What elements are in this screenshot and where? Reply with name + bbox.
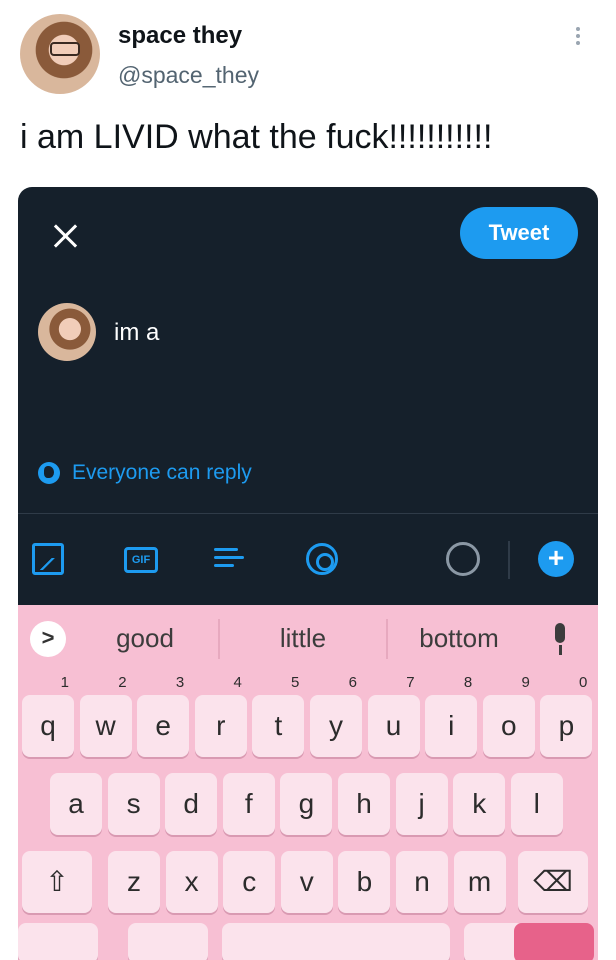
key-b[interactable]: b	[338, 851, 391, 913]
key-label: p	[558, 710, 575, 741]
key-u[interactable]: u7	[367, 675, 420, 757]
key-hint: 2	[118, 674, 127, 691]
key-o[interactable]: o9	[482, 675, 535, 757]
close-icon[interactable]	[52, 223, 78, 249]
key-label: r	[216, 710, 226, 741]
key-label: y	[329, 710, 343, 741]
key-label: w	[95, 710, 116, 741]
key-enter[interactable]	[514, 923, 594, 960]
key-h[interactable]: h	[338, 773, 390, 835]
key-y[interactable]: y6	[310, 675, 362, 757]
embedded-screenshot: Tweet im a Everyone can reply GIF + > go…	[18, 187, 598, 960]
suggestion-separator	[218, 619, 220, 659]
key-j[interactable]: j	[395, 773, 448, 835]
key-label: i	[448, 710, 455, 741]
key-s[interactable]: s	[107, 773, 160, 835]
key-i[interactable]: i8	[425, 675, 478, 757]
compose-input[interactable]: im a	[114, 319, 159, 347]
character-progress-icon	[446, 542, 480, 576]
tweet-header: space they @space_they	[0, 0, 616, 110]
key-m[interactable]: m	[453, 851, 506, 913]
compose-toolbar: GIF +	[18, 527, 598, 593]
key-hint: 1	[60, 674, 69, 691]
key-shift[interactable]: ⇧	[22, 851, 92, 913]
reply-setting-label: Everyone can reply	[72, 461, 252, 484]
display-name[interactable]: space they	[118, 22, 242, 50]
key-w[interactable]: w2	[79, 675, 132, 757]
key-c[interactable]: c	[223, 851, 276, 913]
key-g[interactable]: g	[280, 773, 333, 835]
key-v[interactable]: v	[280, 851, 333, 913]
key-q[interactable]: q1	[22, 675, 74, 757]
key-hint: 3	[175, 674, 185, 691]
key-z[interactable]: z	[108, 851, 160, 913]
suggestion-2[interactable]: little	[228, 623, 378, 654]
key-r[interactable]: r4	[194, 675, 247, 757]
key-label: o	[501, 710, 517, 741]
key-label: e	[155, 710, 171, 741]
key-x[interactable]: x	[165, 851, 218, 913]
poll-icon[interactable]	[214, 543, 246, 575]
key-hint: 4	[233, 674, 242, 691]
reply-setting[interactable]: Everyone can reply	[38, 461, 252, 485]
key-e[interactable]: e3	[137, 675, 190, 757]
key-f[interactable]: f	[222, 773, 275, 835]
key-symbols[interactable]	[18, 923, 98, 960]
key-p[interactable]: p0	[540, 675, 593, 757]
suggestion-1[interactable]: good	[70, 623, 220, 654]
location-icon[interactable]	[306, 543, 338, 575]
expand-suggestions-button[interactable]: >	[30, 621, 66, 657]
suggestion-3[interactable]: bottom	[384, 623, 534, 654]
key-hint: 6	[348, 674, 357, 691]
key-l[interactable]: l	[510, 773, 563, 835]
divider	[18, 513, 598, 514]
globe-icon	[38, 462, 60, 484]
key-a[interactable]: a	[50, 773, 102, 835]
key-label: u	[385, 710, 402, 741]
suggestion-bar: > good little bottom	[18, 605, 598, 671]
tweet-button[interactable]: Tweet	[460, 207, 578, 259]
avatar[interactable]	[20, 14, 100, 94]
key-t[interactable]: t5	[252, 675, 305, 757]
key-backspace[interactable]: ⌫	[518, 851, 588, 913]
key-k[interactable]: k	[453, 773, 506, 835]
user-handle[interactable]: @space_they	[118, 62, 259, 89]
key-n[interactable]: n	[396, 851, 448, 913]
gif-icon[interactable]: GIF	[124, 547, 158, 573]
key-label: q	[40, 710, 56, 741]
key-space[interactable]	[222, 923, 450, 960]
toolbar-separator	[508, 541, 510, 579]
key-hint: 8	[463, 674, 473, 691]
key-hint: 0	[579, 674, 588, 691]
key-d[interactable]: d	[165, 773, 218, 835]
key-hint: 7	[406, 674, 415, 691]
key-emoji[interactable]	[128, 923, 208, 960]
keyboard: > good little bottom q1w2e3r4t5y6u7i8o9p…	[18, 605, 598, 960]
more-options-icon[interactable]	[570, 24, 586, 52]
key-label: t	[274, 710, 283, 741]
image-icon[interactable]	[32, 543, 64, 575]
key-hint: 5	[291, 674, 300, 691]
add-tweet-icon[interactable]: +	[538, 541, 574, 577]
compose-avatar	[38, 303, 96, 361]
key-hint: 9	[521, 674, 530, 691]
microphone-icon[interactable]	[552, 623, 568, 655]
tweet-text: i am LIVID what the fuck!!!!!!!!!!!	[20, 118, 493, 156]
